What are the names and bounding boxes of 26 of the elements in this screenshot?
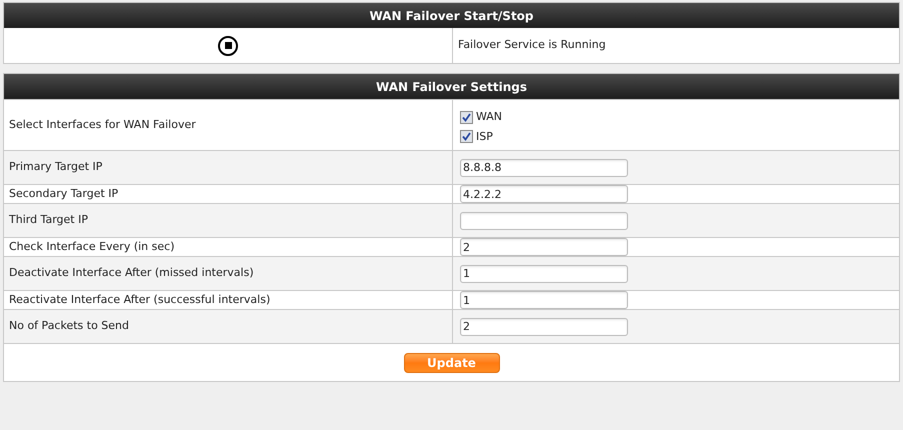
checkbox[interactable] <box>460 130 473 144</box>
field-label: Deactivate Interface After (missed intervals) <box>9 265 254 282</box>
field-label: Reactivate Interface After (successful intervals) <box>9 292 270 308</box>
input-field[interactable]: 4.2.2.2 <box>460 185 628 203</box>
field-label: Select Interfaces for WAN Failover <box>9 116 196 133</box>
section-header: WAN Failover Start/Stop <box>4 3 899 28</box>
status-text: Failover Service is Running <box>458 37 606 54</box>
stop-button[interactable] <box>218 36 238 56</box>
checkbox-label[interactable]: ISP <box>476 128 493 145</box>
stop-icon <box>224 42 232 49</box>
input-field[interactable]: 1 <box>460 291 628 309</box>
checkmark-icon <box>462 132 471 142</box>
field-label: Secondary Target IP <box>9 186 118 202</box>
input-field[interactable]: 2 <box>460 318 628 336</box>
input-field[interactable] <box>460 212 628 230</box>
input-field[interactable]: 1 <box>460 264 628 282</box>
section-header: WAN Failover Settings <box>4 74 899 99</box>
field-label: Check Interface Every (in sec) <box>9 238 174 255</box>
field-label: Primary Target IP <box>9 159 102 176</box>
field-label: No of Packets to Send <box>9 318 130 334</box>
checkmark-icon <box>462 112 471 122</box>
checkbox[interactable] <box>460 110 473 124</box>
checkbox-label[interactable]: WAN <box>476 109 502 126</box>
field-label: Third Target IP <box>9 212 88 228</box>
input-field[interactable]: 8.8.8.8 <box>460 158 628 176</box>
input-field[interactable]: 2 <box>460 238 628 256</box>
